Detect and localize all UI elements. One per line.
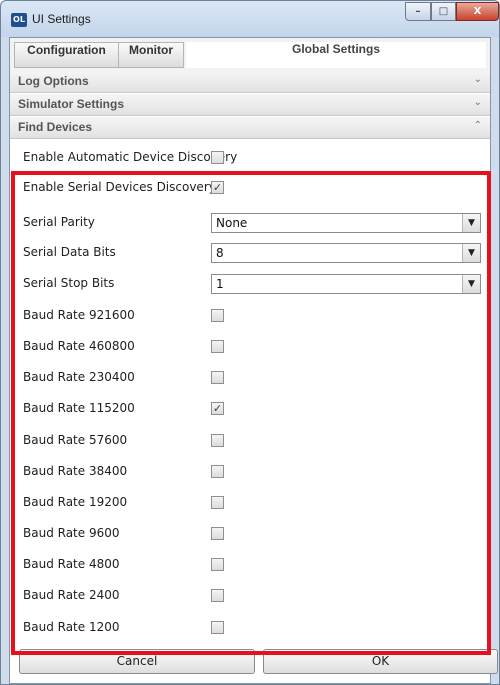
ok-button[interactable]: OK: [263, 649, 498, 674]
baud-rate-label: Baud Rate 1200: [23, 620, 120, 634]
serial-stop-bits-label: Serial Stop Bits: [23, 276, 115, 290]
baud-rate-label: Baud Rate 460800: [23, 339, 135, 353]
app-icon: OL: [11, 13, 27, 27]
settings-panel: Configuration Monitor Global Settings Lo…: [9, 37, 498, 684]
serial-parity-label: Serial Parity: [23, 215, 95, 229]
baud-rate-label: Baud Rate 2400: [23, 588, 120, 602]
section-find-devices[interactable]: Find Devices ⌃: [10, 117, 490, 139]
baud-rate-checkbox[interactable]: [211, 371, 224, 384]
section-label: Simulator Settings: [18, 97, 125, 111]
dropdown-arrow-icon[interactable]: ▼: [462, 244, 480, 262]
section-label: Find Devices: [18, 120, 93, 134]
baud-rate-label: Baud Rate 57600: [23, 433, 128, 447]
baud-rate-label: Baud Rate 230400: [23, 370, 135, 384]
dropdown-arrow-icon[interactable]: ▼: [462, 275, 480, 293]
title-bar[interactable]: OL UI Settings – □ X: [1, 1, 499, 37]
ui-settings-window: OL UI Settings – □ X Configuration Monit…: [0, 0, 500, 685]
baud-rate-checkbox[interactable]: [211, 496, 224, 509]
serial-data-bits-label: Serial Data Bits: [23, 245, 116, 259]
tab-bar: Configuration Monitor Global Settings: [10, 38, 490, 72]
tab-configuration[interactable]: Configuration: [14, 42, 119, 68]
serial-data-bits-value: 8: [216, 246, 224, 260]
serial-parity-select[interactable]: None ▼: [211, 213, 481, 233]
minimize-button[interactable]: –: [405, 2, 431, 21]
baud-rate-label: Baud Rate 4800: [23, 557, 120, 571]
section-log-options[interactable]: Log Options ⌄: [10, 71, 490, 93]
baud-rate-checkbox[interactable]: [211, 465, 224, 478]
serial-parity-value: None: [216, 216, 248, 230]
auto-discovery-checkbox[interactable]: [211, 151, 224, 164]
chevron-down-icon: ⌄: [473, 97, 482, 108]
baud-rate-label: Baud Rate 19200: [23, 495, 128, 509]
tab-monitor[interactable]: Monitor: [119, 42, 184, 68]
tab-global-settings[interactable]: Global Settings: [186, 42, 486, 68]
section-simulator-settings[interactable]: Simulator Settings ⌄: [10, 94, 490, 116]
section-label: Log Options: [18, 74, 89, 88]
dropdown-arrow-icon[interactable]: ▼: [462, 214, 480, 232]
chevron-up-icon: ⌃: [473, 120, 482, 131]
serial-data-bits-select[interactable]: 8 ▼: [211, 243, 481, 263]
baud-rate-label: Baud Rate 38400: [23, 464, 128, 478]
serial-stop-bits-select[interactable]: 1 ▼: [211, 274, 481, 294]
baud-rate-label: Baud Rate 9600: [23, 526, 120, 540]
baud-rate-checkbox[interactable]: [211, 589, 224, 602]
baud-rate-checkbox[interactable]: [211, 558, 224, 571]
baud-rate-checkbox[interactable]: [211, 340, 224, 353]
baud-rate-checkbox[interactable]: [211, 309, 224, 322]
window-title: UI Settings: [32, 12, 91, 26]
baud-rate-checkbox[interactable]: [211, 434, 224, 447]
auto-discovery-label: Enable Automatic Device Discovery: [23, 150, 238, 164]
serial-discovery-checkbox[interactable]: ✓: [211, 181, 224, 194]
baud-rate-checkbox[interactable]: [211, 621, 224, 634]
serial-stop-bits-value: 1: [216, 277, 224, 291]
baud-rate-label: Baud Rate 115200: [23, 401, 135, 415]
baud-rate-label: Baud Rate 921600: [23, 308, 135, 322]
baud-rate-checkbox[interactable]: ✓: [211, 402, 224, 415]
maximize-button[interactable]: □: [431, 2, 456, 21]
serial-discovery-label: Enable Serial Devices Discovery: [23, 180, 216, 194]
cancel-button[interactable]: Cancel: [19, 649, 255, 674]
chevron-down-icon: ⌄: [473, 74, 482, 85]
baud-rate-checkbox[interactable]: [211, 527, 224, 540]
close-button[interactable]: X: [456, 2, 499, 21]
